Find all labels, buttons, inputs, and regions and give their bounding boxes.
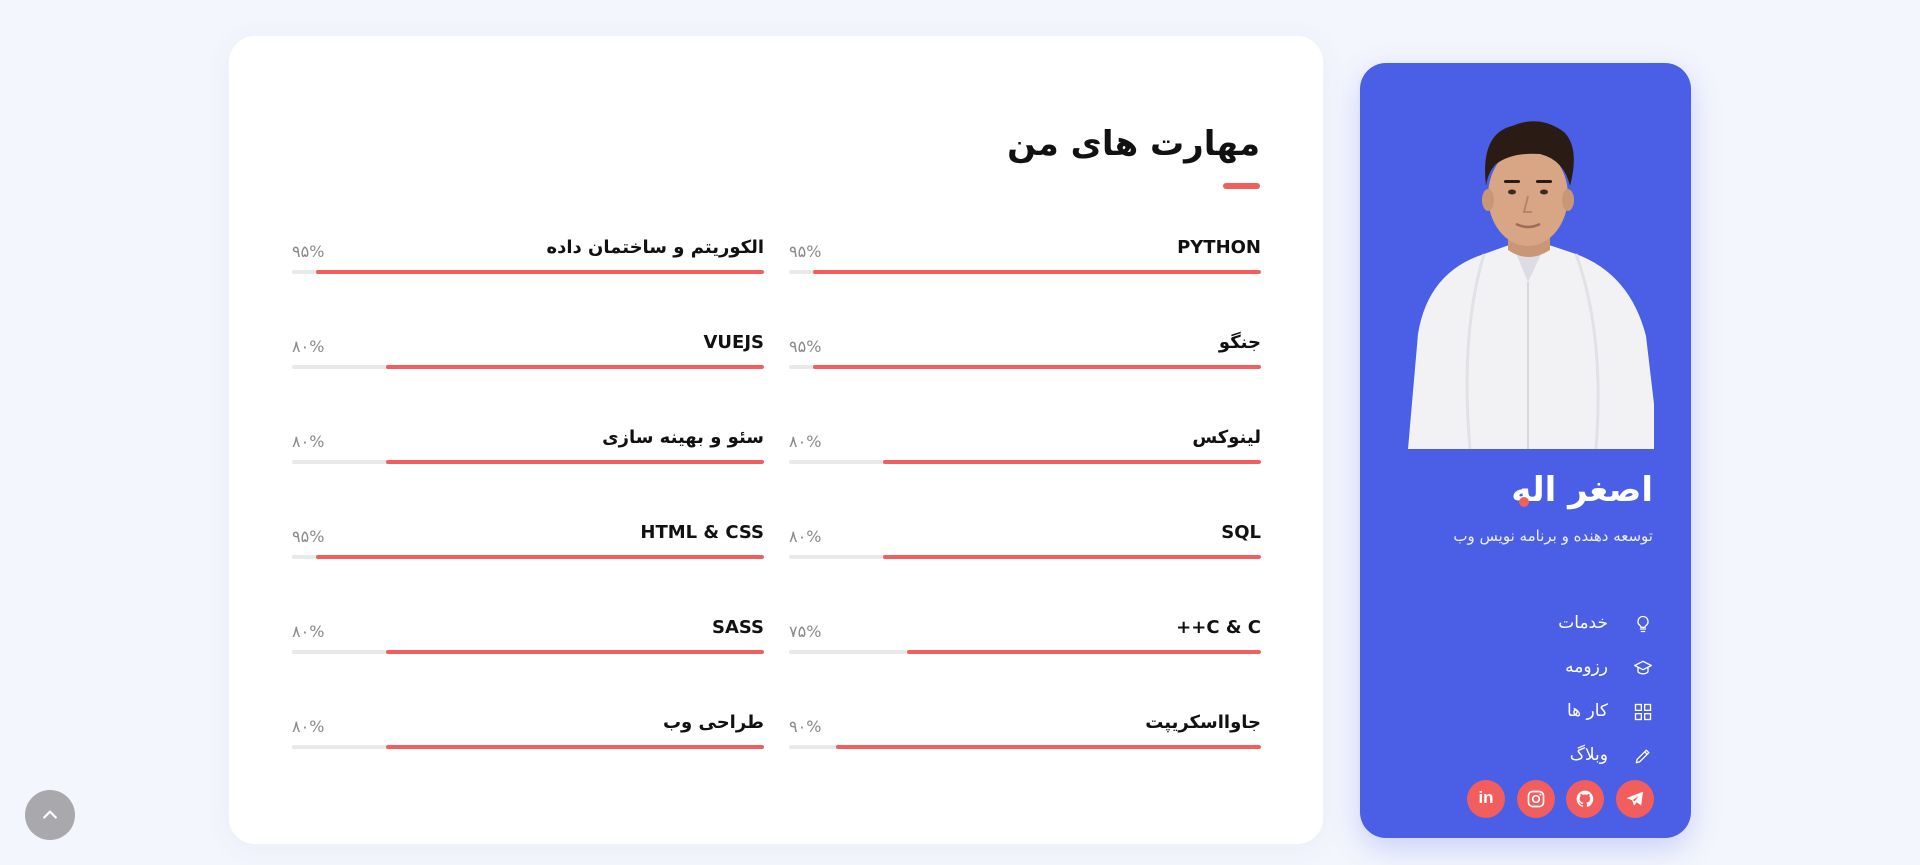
skill-progress-fill [386, 460, 764, 464]
pencil-icon [1635, 749, 1650, 764]
skill-name: لینوکس [1192, 427, 1261, 448]
linkedin-button[interactable]: in [1467, 780, 1505, 818]
skill-progress-track [292, 650, 764, 654]
telegram-icon [1627, 791, 1643, 806]
linkedin-icon: in [1478, 788, 1494, 807]
skill-progress-track [789, 365, 1261, 369]
profile-card: اصغر اله توسعه دهنده و برنامه نویس وب خد… [1360, 63, 1691, 838]
skill-name: الکوریتم و ساختمان داده [546, 237, 765, 258]
telegram-button[interactable] [1616, 780, 1654, 818]
skill-progress-track [789, 745, 1261, 749]
skill-item: جنگو ۹۵% [789, 332, 1261, 392]
skill-progress-fill [315, 555, 764, 559]
skill-progress-track [292, 460, 764, 464]
profile-name: اصغر اله [1511, 470, 1653, 510]
skill-name: سئو و بهینه سازی [602, 427, 764, 448]
skill-name: C & C++ [1176, 617, 1261, 638]
skill-percent: ۸۰% [292, 622, 325, 641]
nav-item-portfolio[interactable]: کار ها [1453, 697, 1653, 727]
skill-item: سئو و بهینه سازی ۸۰% [292, 427, 764, 487]
instagram-icon [1527, 790, 1545, 808]
skill-name: طراحی وب [662, 712, 764, 733]
skill-progress-fill [315, 270, 764, 274]
skill-percent: ۸۰% [789, 527, 822, 546]
skill-item: الکوریتم و ساختمان داده ۹۵% [292, 237, 764, 297]
skills-card: مهارت های من PYTHON ۹۵% جنگو ۹۵% لینوکس … [229, 36, 1323, 844]
skill-name: HTML & CSS [640, 522, 764, 543]
skill-item: جاوااسکریپت ۹۰% [789, 712, 1261, 772]
skill-progress-track [789, 650, 1261, 654]
skill-percent: ۹۵% [789, 242, 822, 261]
skill-percent: ۹۵% [789, 337, 822, 356]
skill-progress-track [789, 460, 1261, 464]
graduation-cap-icon [1634, 660, 1652, 675]
skill-percent: ۹۵% [292, 242, 325, 261]
skill-progress-track [292, 745, 764, 749]
skill-progress-fill [386, 745, 764, 749]
skill-item: لینوکس ۸۰% [789, 427, 1261, 487]
skill-progress-track [292, 365, 764, 369]
nav-label: رزومه [1565, 657, 1608, 677]
skill-name: SASS [711, 617, 764, 638]
chevron-up-icon [43, 810, 57, 819]
skill-name: SQL [1221, 522, 1261, 543]
grid-icon [1634, 703, 1652, 721]
section-title: مهارت های من [1007, 124, 1260, 164]
skill-percent: ۹۵% [292, 527, 325, 546]
skill-name: جنگو [1218, 332, 1261, 353]
lightbulb-icon [1637, 615, 1649, 633]
skill-progress-fill [883, 555, 1261, 559]
skill-percent: ۸۰% [789, 432, 822, 451]
skill-percent: ۸۰% [292, 432, 325, 451]
github-icon [1576, 790, 1594, 807]
skill-item: C & C++ ۷۵% [789, 617, 1261, 677]
nav-item-resume[interactable]: رزومه [1453, 653, 1653, 683]
skill-name: جاوااسکریپت [1145, 712, 1261, 733]
skill-name: PYTHON [1177, 237, 1261, 258]
nav-label: کار ها [1566, 701, 1608, 721]
skill-progress-fill [812, 270, 1261, 274]
skill-progress-fill [883, 460, 1261, 464]
nav-label: خدمات [1558, 613, 1608, 633]
nav-item-services[interactable]: خدمات [1453, 609, 1653, 639]
skill-percent: ۸۰% [292, 337, 325, 356]
skill-progress-track [789, 270, 1261, 274]
skill-progress-track [292, 270, 764, 274]
profile-photo [1400, 104, 1654, 449]
scroll-top-button[interactable] [25, 790, 75, 840]
skill-item: PYTHON ۹۵% [789, 237, 1261, 297]
skill-progress-track [292, 555, 764, 559]
skill-item: طراحی وب ۸۰% [292, 712, 764, 772]
skill-item: HTML & CSS ۹۵% [292, 522, 764, 582]
skill-progress-fill [812, 365, 1261, 369]
skill-progress-fill [836, 745, 1261, 749]
name-accent-dot [1519, 497, 1529, 507]
skill-item: SASS ۸۰% [292, 617, 764, 677]
skill-progress-fill [386, 650, 764, 654]
instagram-button[interactable] [1517, 780, 1555, 818]
skill-progress-fill [907, 650, 1261, 654]
skill-percent: ۷۵% [789, 622, 822, 641]
profile-subtitle: توسعه دهنده و برنامه نویس وب [1453, 527, 1653, 545]
skill-progress-fill [386, 365, 764, 369]
skill-percent: ۹۰% [789, 717, 822, 736]
skill-item: SQL ۸۰% [789, 522, 1261, 582]
skill-percent: ۸۰% [292, 717, 325, 736]
title-underline [1223, 183, 1260, 189]
nav-item-blog[interactable]: وبلاگ [1453, 741, 1653, 771]
nav-label: وبلاگ [1569, 745, 1608, 765]
skill-progress-track [789, 555, 1261, 559]
github-button[interactable] [1566, 780, 1604, 818]
skill-name: VUEJS [703, 332, 764, 353]
skill-item: VUEJS ۸۰% [292, 332, 764, 392]
